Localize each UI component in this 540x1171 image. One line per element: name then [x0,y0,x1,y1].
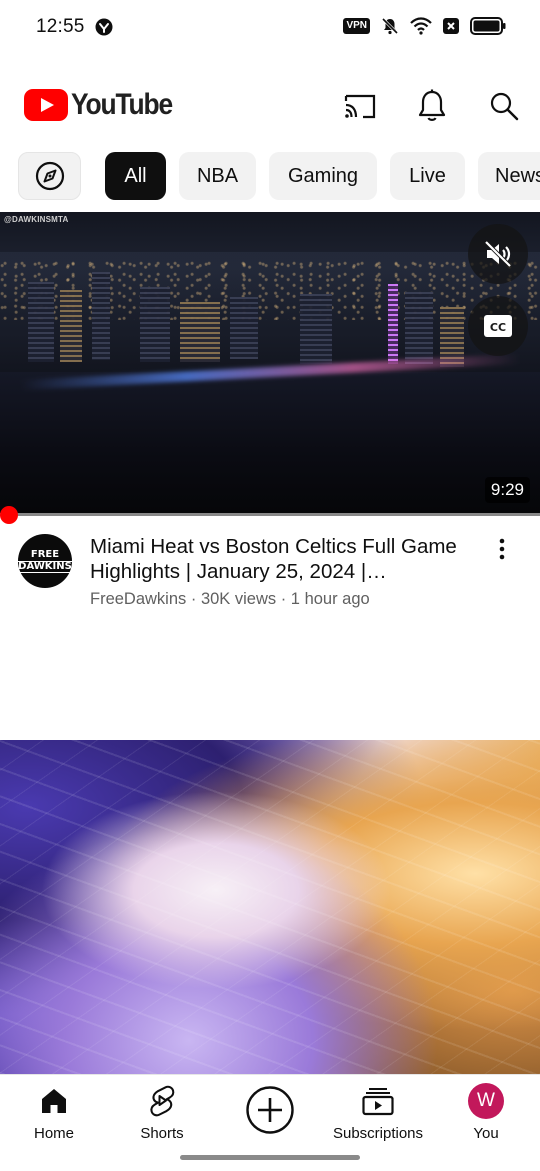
app-bar: YouTube [0,70,540,140]
nav-you-label: You [473,1125,499,1142]
nav-home-label: Home [33,1125,74,1142]
video-more-button[interactable] [488,534,516,564]
video-duration: 9:29 [484,477,530,503]
youtube-play-logo-icon [24,89,68,121]
captions-button[interactable]: CC [468,296,528,356]
video-progress-scrubber[interactable] [0,506,18,524]
video-subtitle: FreeDawkins · 30K views · 1 hour ago [90,590,370,608]
video-watermark: @DAWKINSMTA [4,215,69,224]
status-icons: VPN [343,16,506,36]
search-button[interactable] [484,86,524,126]
explore-chip[interactable] [18,152,81,200]
video-frame-building [300,294,332,364]
video-frame-building [230,297,258,359]
search-icon [490,92,519,121]
captions-label: CC [490,321,506,334]
video-frame-building [140,287,170,362]
channel-avatar-top-text: FREE [30,548,60,560]
chip-all[interactable]: All [105,152,166,200]
nav-home[interactable]: Home [0,1083,108,1142]
cast-button[interactable] [340,86,380,126]
chip-gaming[interactable]: Gaming [269,152,377,200]
video-frame-building [60,290,82,362]
compass-icon [35,161,64,191]
video-frame-water [0,372,540,515]
cast-icon [344,94,376,119]
nav-subscriptions-label: Subscriptions [332,1125,424,1142]
nav-you[interactable]: W You [432,1083,540,1142]
video-frame-building [180,302,220,362]
vpn-icon: VPN [343,18,370,34]
nav-shorts[interactable]: Shorts [108,1083,216,1142]
nav-shorts-label: Shorts [140,1125,184,1142]
mute-toggle-button[interactable] [468,224,528,284]
logo-text: YouTube [71,88,173,121]
video-frame-building [388,284,398,364]
no-sim-icon [442,17,460,35]
nav-subscriptions[interactable]: Subscriptions [324,1083,432,1142]
home-icon [36,1083,72,1119]
app-notification-icon [94,17,114,37]
filter-chips: All NBA Gaming Live News [0,152,540,202]
avatar: W [468,1083,504,1119]
wifi-icon [410,17,432,35]
battery-icon [470,17,506,35]
status-bar: 12:55 VPN [0,0,540,56]
chip-live[interactable]: Live [390,152,465,200]
closed-captions-icon: CC [484,315,512,337]
volume-off-icon [484,240,512,268]
more-vertical-icon [499,538,505,560]
video-meta[interactable]: FREE DAWKINS Miami Heat vs Boston Celtic… [0,532,540,622]
video-player[interactable]: @DAWKINSMTA CC 9:29 [0,212,540,515]
thumbnail-streaks [0,740,540,1074]
create-plus-icon [245,1085,295,1135]
notifications-bell-icon [418,89,446,121]
notifications-button[interactable] [412,86,452,126]
nav-create[interactable] [216,1085,324,1135]
chip-news[interactable]: News [478,152,540,200]
home-indicator[interactable] [180,1155,360,1160]
video-title[interactable]: Miami Heat vs Boston Celtics Full Game H… [90,534,475,584]
chip-nba[interactable]: NBA [179,152,256,200]
channel-avatar-bottom-text: DAWKINS [15,560,75,573]
video-frame-building [28,282,54,362]
video-frame-building [405,292,433,364]
youtube-logo[interactable]: YouTube [24,88,186,122]
status-time: 12:55 [36,16,85,37]
shorts-icon [144,1083,180,1119]
channel-avatar[interactable]: FREE DAWKINS [15,534,75,588]
mute-bell-icon [380,16,400,36]
video-thumbnail[interactable] [0,740,540,1074]
subscriptions-icon [360,1083,396,1119]
video-frame-building [92,272,110,360]
video-progress-track[interactable] [0,513,540,516]
